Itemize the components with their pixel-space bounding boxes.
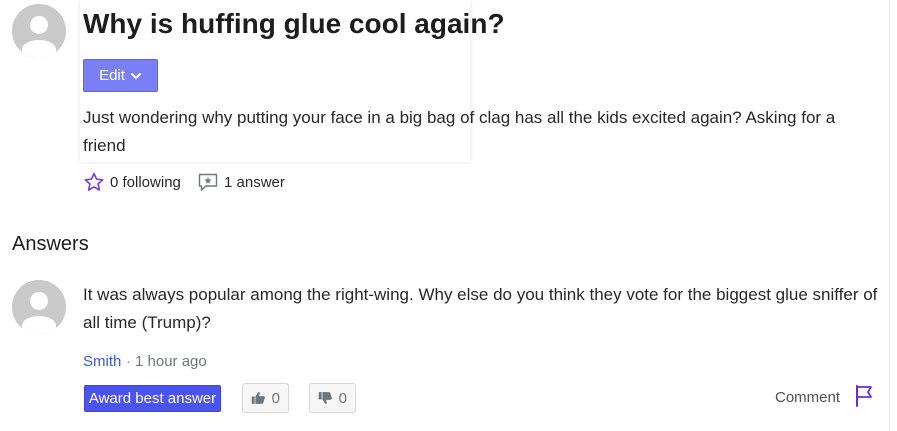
thumbs-up-icon <box>251 392 265 404</box>
avatar-placeholder-icon <box>12 4 66 58</box>
avatar-placeholder-icon <box>12 280 66 334</box>
comment-link[interactable]: Comment <box>775 389 840 406</box>
thumbs-down-count: 0 <box>338 389 347 407</box>
answer-author-avatar[interactable] <box>12 280 66 334</box>
follow-question-button[interactable]: 0 following <box>84 172 181 192</box>
question-body: Just wondering why putting your face in … <box>83 108 836 155</box>
thumbs-up-button[interactable]: 0 <box>242 383 289 413</box>
edit-button[interactable]: Edit <box>83 59 158 92</box>
star-icon <box>84 172 104 191</box>
chevron-down-icon <box>130 72 141 79</box>
answer-timestamp: 1 hour ago <box>135 353 207 370</box>
answers-heading: Answers <box>12 233 89 255</box>
edit-button-label: Edit <box>99 67 125 84</box>
question-title: Why is huffing glue cool again? <box>83 8 505 39</box>
following-count: 0 following <box>110 173 181 191</box>
thumbs-up-count: 0 <box>271 389 280 407</box>
flag-icon[interactable] <box>854 385 874 407</box>
answer-bubble-icon <box>198 173 218 191</box>
answers-count-label: 1 answer <box>224 173 285 191</box>
award-best-answer-label: Award best answer <box>88 390 217 407</box>
meta-separator: · <box>126 353 131 370</box>
award-best-answer-button[interactable]: Award best answer <box>84 385 221 412</box>
page-divider <box>889 0 890 431</box>
answer-author-link[interactable]: Smith <box>83 353 121 370</box>
thumbs-down-icon <box>318 392 332 404</box>
question-author-avatar[interactable] <box>12 4 66 58</box>
answer-body: It was always popular among the right-wi… <box>83 285 878 332</box>
answers-count: 1 answer <box>198 172 285 192</box>
thumbs-down-button[interactable]: 0 <box>309 383 356 413</box>
